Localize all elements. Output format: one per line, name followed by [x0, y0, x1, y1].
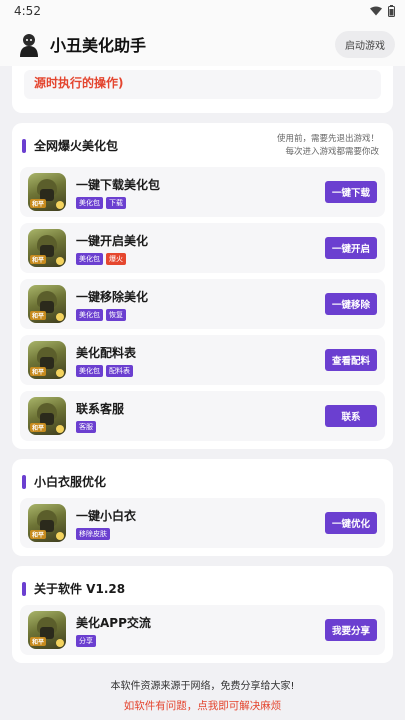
list-item-remove: 和平 一键移除美化 美化包 恢复 一键移除 [20, 279, 385, 329]
badge: 客服 [76, 420, 96, 433]
section-note: 使用前，需要先退出游戏！ 每次进入游戏都需要你改 [276, 134, 379, 157]
item-title: 一键小白衣 [76, 508, 137, 523]
game-icon: 和平 [28, 611, 66, 649]
list-item-share: 和平 美化APP交流 分享 我要分享 [20, 605, 385, 655]
game-icon: 和平 [28, 504, 66, 542]
badge: 美化包 [76, 308, 103, 321]
footer: 本软件资源来源于网络，免费分享给大家! 如软件有问题，点我即可解决麻烦 [0, 677, 405, 713]
item-title: 一键下载美化包 [76, 177, 161, 192]
battery-icon [388, 5, 395, 17]
item-title: 一键开启美化 [76, 233, 149, 248]
section-title: 关于软件 V1.28 [34, 582, 126, 596]
remove-button[interactable]: 一键移除 [325, 293, 377, 315]
item-title: 一键移除美化 [76, 289, 149, 304]
badge: 美化包 [76, 196, 103, 209]
app-bar: 小丑美化助手 启动游戏 [0, 22, 405, 66]
launch-game-button[interactable]: 启动游戏 [335, 30, 395, 58]
view-ingredients-button[interactable]: 查看配料 [325, 349, 377, 371]
section-beautify-pack: 全网爆火美化包 使用前，需要先退出游戏！ 每次进入游戏都需要你改 和平 一键下载… [12, 123, 393, 449]
download-button[interactable]: 一键下载 [325, 181, 377, 203]
footer-help-link[interactable]: 如软件有问题，点我即可解决麻烦 [0, 698, 405, 713]
section-title: 小白衣服优化 [34, 475, 107, 489]
section-outfit-optimize: 小白衣服优化 和平 一键小白衣 移除皮肤 一键优化 [12, 459, 393, 556]
badge: 移除皮肤 [76, 527, 110, 540]
notice-text: 源时执行的操作) [34, 76, 124, 90]
badge: 下载 [106, 196, 126, 209]
notice-card: 源时执行的操作) [12, 66, 393, 113]
badge: 爆火 [106, 252, 126, 265]
game-icon: 和平 [28, 229, 66, 267]
enable-button[interactable]: 一键开启 [325, 237, 377, 259]
section-about: 关于软件 V1.28 和平 美化APP交流 分享 我要分享 [12, 566, 393, 663]
list-item-download: 和平 一键下载美化包 美化包 下载 一键下载 [20, 167, 385, 217]
share-button[interactable]: 我要分享 [325, 619, 377, 641]
section-bar [22, 581, 26, 596]
contact-button[interactable]: 联系 [325, 405, 377, 427]
app-title: 小丑美化助手 [50, 36, 147, 55]
item-title: 美化配料表 [76, 345, 137, 360]
wifi-icon [370, 6, 382, 16]
footer-disclaimer: 本软件资源来源于网络，免费分享给大家! [110, 681, 295, 692]
badge: 恢复 [106, 308, 126, 321]
joker-logo-icon [20, 34, 38, 57]
badge: 美化包 [76, 364, 103, 377]
badge: 配料表 [106, 364, 133, 377]
section-bar [22, 138, 26, 153]
list-item-enable: 和平 一键开启美化 美化包 爆火 一键开启 [20, 223, 385, 273]
optimize-button[interactable]: 一键优化 [325, 512, 377, 534]
list-item-white-outfit: 和平 一键小白衣 移除皮肤 一键优化 [20, 498, 385, 548]
game-icon: 和平 [28, 397, 66, 435]
game-icon: 和平 [28, 341, 66, 379]
status-time: 4:52 [14, 4, 41, 18]
section-title: 全网爆火美化包 [34, 139, 119, 153]
game-icon: 和平 [28, 285, 66, 323]
item-title: 美化APP交流 [76, 615, 151, 630]
badge: 分享 [76, 634, 96, 647]
content-scroll[interactable]: 源时执行的操作) 全网爆火美化包 使用前，需要先退出游戏！ 每次进入游戏都需要你… [0, 66, 405, 720]
list-item-ingredients: 和平 美化配料表 美化包 配料表 查看配料 [20, 335, 385, 385]
status-bar: 4:52 [0, 0, 405, 22]
list-item-support: 和平 联系客服 客服 联系 [20, 391, 385, 441]
game-icon: 和平 [28, 173, 66, 211]
section-bar [22, 474, 26, 489]
badge: 美化包 [76, 252, 103, 265]
item-title: 联系客服 [76, 401, 125, 416]
